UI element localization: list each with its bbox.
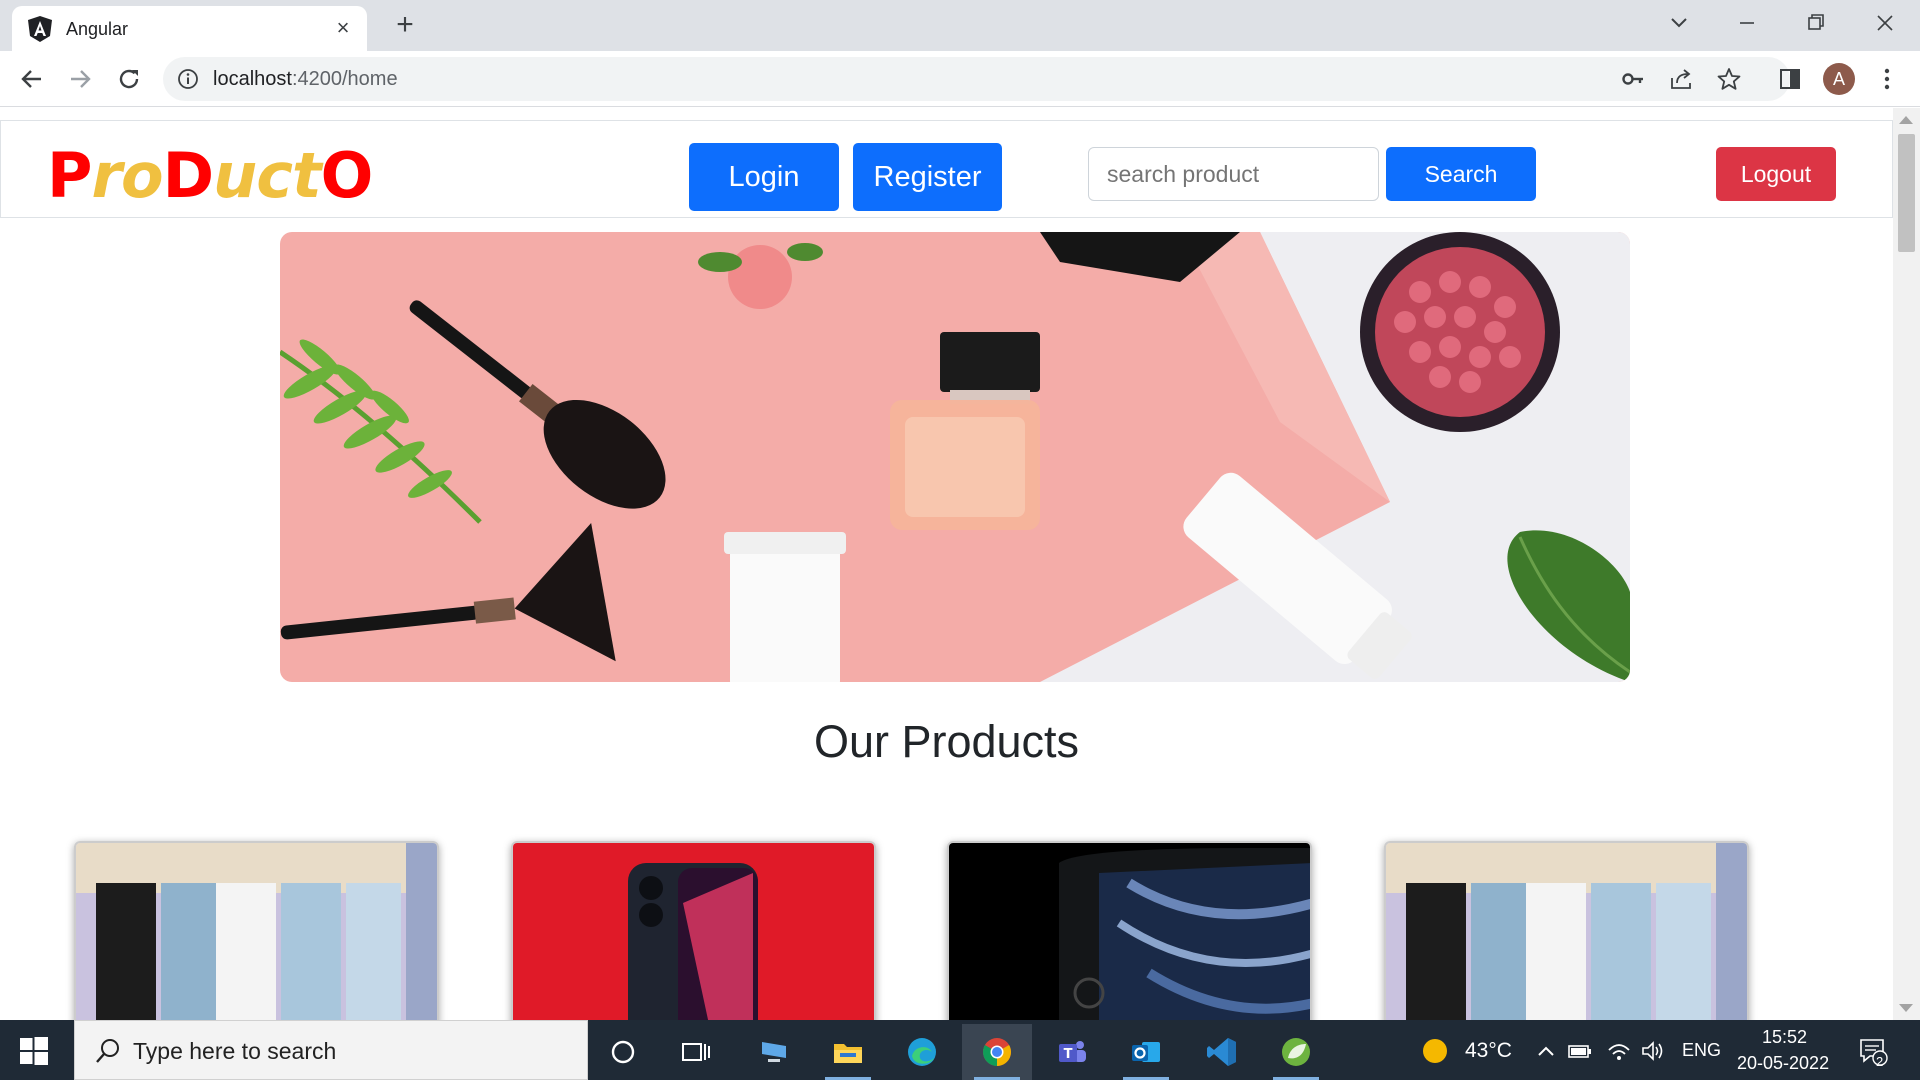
brand-logo[interactable]: ProDuctO	[47, 139, 373, 212]
site-navbar: ProDuctO Login Register Search Logout	[0, 120, 1893, 218]
product-image-dark-phone	[949, 843, 1310, 1020]
restore-icon[interactable]	[1799, 8, 1833, 38]
wifi-icon[interactable]	[1606, 1038, 1632, 1064]
page-viewport: ProDuctO Login Register Search Logout	[0, 108, 1893, 1020]
svg-text:T: T	[1064, 1047, 1073, 1062]
product-card[interactable]	[947, 841, 1312, 1020]
battery-icon[interactable]	[1567, 1038, 1593, 1064]
scroll-down-arrow-icon[interactable]	[1899, 1004, 1913, 1012]
search-icon	[96, 1039, 119, 1063]
vscode-icon[interactable]	[1187, 1024, 1257, 1080]
minimize-icon[interactable]	[1730, 8, 1764, 38]
product-image-jeans	[1386, 843, 1747, 1020]
back-arrow-icon[interactable]	[14, 61, 50, 97]
close-window-icon[interactable]	[1868, 8, 1902, 38]
hero-banner-image	[280, 232, 1630, 682]
task-view-icon[interactable]	[661, 1024, 731, 1080]
search-product-input[interactable]	[1088, 147, 1379, 201]
taskbar-search-placeholder: Type here to search	[133, 1038, 337, 1064]
product-card[interactable]	[1384, 841, 1749, 1020]
product-image-jeans	[76, 843, 437, 1020]
section-title: Our Products	[813, 716, 1080, 767]
windows-taskbar: Type here to search T 43°C ENG 15:52 20-…	[0, 1020, 1920, 1080]
logout-button[interactable]: Logout	[1716, 147, 1836, 201]
clock-date[interactable]: 20-05-2022	[1737, 1053, 1829, 1074]
address-bar[interactable]: localhost:4200/home	[163, 57, 1790, 101]
this-pc-icon[interactable]	[739, 1024, 809, 1080]
product-image-red-phone	[513, 843, 874, 1020]
cortana-icon[interactable]	[588, 1024, 658, 1080]
url-text[interactable]: localhost:4200/home	[213, 68, 398, 91]
forward-arrow-icon[interactable]	[62, 61, 98, 97]
share-icon[interactable]	[1668, 66, 1694, 92]
chevron-up-icon[interactable]	[1533, 1038, 1559, 1064]
product-card[interactable]	[511, 841, 876, 1020]
browser-tabstrip: Angular × +	[0, 0, 1920, 51]
taskbar-search-box[interactable]: Type here to search	[74, 1020, 588, 1080]
tab-search-icon[interactable]	[1662, 8, 1696, 38]
weather-sun-icon[interactable]	[1422, 1038, 1448, 1064]
file-explorer-icon[interactable]	[813, 1024, 883, 1080]
spring-tools-icon[interactable]	[1261, 1024, 1331, 1080]
browser-toolbar: localhost:4200/home A	[0, 51, 1920, 107]
login-button[interactable]: Login	[689, 143, 839, 211]
edge-browser-icon[interactable]	[887, 1024, 957, 1080]
product-card[interactable]	[74, 841, 439, 1020]
more-menu-icon[interactable]	[1873, 65, 1901, 93]
register-button[interactable]: Register	[853, 143, 1002, 211]
outlook-icon[interactable]	[1111, 1024, 1181, 1080]
scroll-thumb[interactable]	[1898, 134, 1915, 252]
reload-icon[interactable]	[111, 61, 147, 97]
bookmark-star-icon[interactable]	[1716, 66, 1742, 92]
key-icon[interactable]	[1620, 66, 1646, 92]
notifications-icon[interactable]	[1858, 1036, 1888, 1066]
language-indicator[interactable]: ENG	[1682, 1040, 1721, 1061]
windows-start-icon[interactable]	[20, 1037, 48, 1065]
teams-icon[interactable]: T	[1037, 1024, 1107, 1080]
page-scrollbar[interactable]	[1893, 108, 1920, 1020]
clock-time[interactable]: 15:52	[1762, 1027, 1807, 1048]
tab-title: Angular	[66, 19, 129, 39]
site-info-icon[interactable]	[177, 68, 199, 90]
angular-icon	[28, 16, 52, 42]
search-button[interactable]: Search	[1386, 147, 1536, 201]
weather-temperature[interactable]: 43°C	[1465, 1039, 1512, 1063]
browser-tab[interactable]: Angular ×	[12, 6, 367, 51]
profile-avatar[interactable]: A	[1823, 63, 1855, 95]
notification-count-badge: 2	[1876, 1054, 1884, 1069]
chrome-browser-icon[interactable]	[962, 1024, 1032, 1080]
volume-icon[interactable]	[1640, 1038, 1666, 1064]
close-tab-icon[interactable]: ×	[331, 16, 355, 40]
side-panel-icon[interactable]	[1776, 65, 1804, 93]
new-tab-button[interactable]: +	[390, 10, 420, 41]
scroll-up-arrow-icon[interactable]	[1899, 116, 1913, 124]
